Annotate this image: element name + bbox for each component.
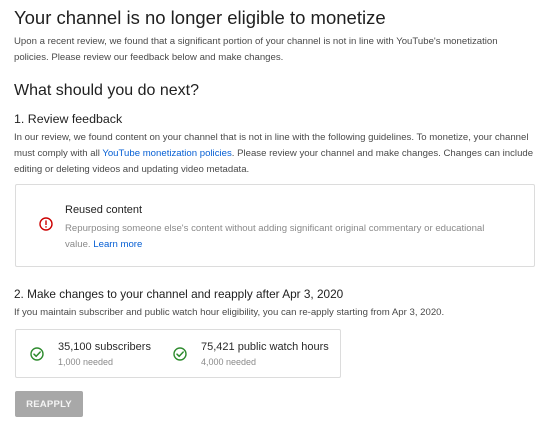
learn-more-link[interactable]: Learn more <box>93 239 142 250</box>
subscribers-stat: 35,100 subscribers 1,000 needed <box>30 330 170 377</box>
issue-description: Repurposing someone else's content witho… <box>65 221 505 253</box>
issue-title: Reused content <box>65 204 143 216</box>
subscribers-needed: 1,000 needed <box>58 357 114 367</box>
issue-card: Reused content Repurposing someone else'… <box>15 184 535 267</box>
subscribers-count: 35,100 subscribers <box>58 341 151 353</box>
check-circle-icon <box>30 347 44 361</box>
page-title: Your channel is no longer eligible to mo… <box>14 7 386 28</box>
watch-hours-stat: 75,421 public watch hours 4,000 needed <box>173 330 333 377</box>
intro-text: Upon a recent review, we found that a si… <box>14 36 498 63</box>
error-icon <box>39 217 53 231</box>
step1-text: In our review, we found content on your … <box>14 130 544 178</box>
watch-hours-needed: 4,000 needed <box>201 357 257 367</box>
check-circle-icon <box>173 347 187 361</box>
step2-heading: 2. Make changes to your channel and reap… <box>14 287 344 301</box>
next-steps-heading: What should you do next? <box>14 82 200 99</box>
step1-heading: 1. Review feedback <box>14 112 123 126</box>
watch-hours-count: 75,421 public watch hours <box>201 341 329 353</box>
reapply-button[interactable]: REAPPLY <box>15 391 83 417</box>
eligibility-stats-card: 35,100 subscribers 1,000 needed 75,421 p… <box>15 329 341 378</box>
monetization-policies-link[interactable]: YouTube monetization policies <box>102 148 231 159</box>
step2-text: If you maintain subscriber and public wa… <box>14 307 445 318</box>
